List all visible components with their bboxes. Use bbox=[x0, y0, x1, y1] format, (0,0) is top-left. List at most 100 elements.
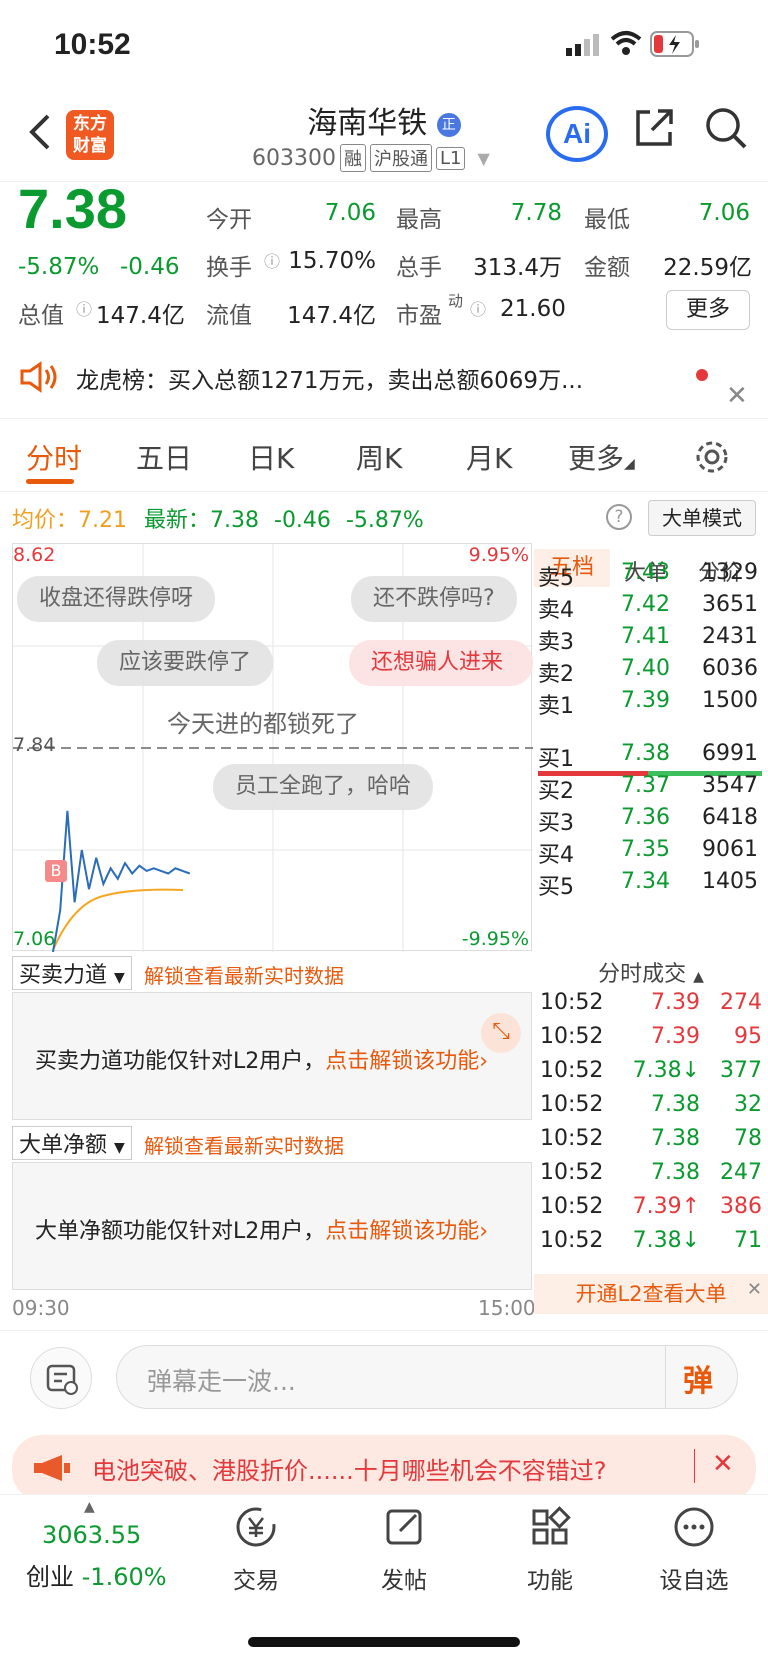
level-price: 7.34 bbox=[621, 869, 670, 894]
close-icon[interactable]: ✕ bbox=[726, 381, 748, 411]
level-volume: 1500 bbox=[702, 688, 758, 713]
panel2-select[interactable]: 大单净额 ▼ bbox=[12, 1126, 132, 1160]
notice-bar[interactable]: 龙虎榜：买入总额1271万元，卖出总额6069万... ✕ bbox=[0, 347, 768, 417]
trade-price: 7.39↑ bbox=[632, 1194, 700, 1219]
danmu-bubble[interactable]: 应该要跌停了 bbox=[97, 640, 274, 686]
level-label: 卖1 bbox=[538, 694, 574, 719]
caret-up-icon: ▲ bbox=[84, 1499, 95, 1515]
danmu-bubble[interactable]: 员工全跑了，哈哈 bbox=[213, 764, 434, 810]
tab-more[interactable]: 更多◢ bbox=[568, 437, 635, 477]
danmu-bubble[interactable]: 还不跌停吗? bbox=[351, 576, 517, 622]
book-row[interactable]: 卖4 7.42 3651 bbox=[534, 592, 764, 624]
trade-volume: 377 bbox=[720, 1058, 762, 1083]
average-price-line bbox=[52, 888, 184, 951]
danmu-input-row: 弹幕走一波... 弹 bbox=[0, 1330, 768, 1424]
book-row[interactable]: 买5 7.34 1405 bbox=[534, 869, 764, 901]
nav-trade[interactable]: 交易 bbox=[196, 1505, 316, 1595]
trades-title[interactable]: 分时成交 ▲ bbox=[534, 956, 768, 988]
info-icon[interactable]: ⓘ bbox=[76, 296, 92, 320]
trade-time: 10:52 bbox=[540, 1092, 604, 1117]
grid-icon bbox=[532, 1506, 571, 1545]
open-value: 7.06 bbox=[324, 200, 376, 226]
book-row[interactable]: 买3 7.36 6418 bbox=[534, 805, 764, 837]
time-end: 15:00 bbox=[478, 1296, 536, 1320]
share-icon[interactable] bbox=[632, 106, 676, 150]
book-row[interactable]: 买4 7.35 9061 bbox=[534, 837, 764, 869]
intraday-chart[interactable]: 8.62 9.95% 7.06 -9.95% 7.84 B 收盘还得跌停呀 还不… bbox=[12, 543, 533, 952]
index-row[interactable]: 创业 -1.60% bbox=[26, 1557, 167, 1592]
nav-functions[interactable]: 功能 bbox=[490, 1505, 610, 1595]
more-button[interactable]: 更多 bbox=[666, 290, 750, 330]
pct-max-label: 9.95% bbox=[468, 544, 529, 566]
tab-monthly[interactable]: 月K bbox=[466, 437, 512, 477]
price-info-line: 均价：7.21 最新：7.38 -0.46 -5.87% bbox=[12, 508, 424, 533]
low-value: 7.06 bbox=[698, 200, 750, 226]
tab-intraday[interactable]: 分时 bbox=[26, 437, 82, 477]
trade-price: 7.38 bbox=[651, 1092, 700, 1117]
level-price: 7.39 bbox=[621, 688, 670, 713]
level-label: 卖2 bbox=[538, 662, 574, 687]
pe-sup: 动 bbox=[448, 292, 464, 310]
nav-post[interactable]: 发帖 bbox=[344, 1505, 464, 1595]
trade-volume: 32 bbox=[734, 1092, 762, 1117]
send-danmu-button[interactable]: 弹 bbox=[683, 1356, 713, 1400]
level-label: 卖5 bbox=[538, 566, 574, 591]
panel2-link[interactable]: 点击解锁该功能 bbox=[325, 1219, 479, 1244]
gear-icon[interactable] bbox=[694, 439, 730, 475]
promo-banner[interactable]: 电池突破、港股折价......十月哪些机会不容错过? ✕ bbox=[12, 1435, 756, 1501]
stock-header: 东方 财富 海南华铁 正 603300 融 沪股通 L1 ▼ Ai bbox=[0, 90, 768, 182]
panel1-hint[interactable]: 解锁查看最新实时数据 bbox=[144, 960, 344, 989]
close-icon[interactable]: ✕ bbox=[747, 1270, 762, 1310]
volume-value: 313.4万 bbox=[473, 255, 562, 281]
stock-code-line[interactable]: 603300 融 沪股通 L1 ▼ bbox=[252, 144, 490, 172]
help-icon[interactable]: ? bbox=[606, 504, 632, 530]
nav-watchlist[interactable]: 设自选 bbox=[634, 1505, 754, 1595]
tab-weekly[interactable]: 周K bbox=[356, 437, 402, 477]
trade-time: 10:52 bbox=[540, 990, 604, 1015]
level-volume: 1329 bbox=[702, 560, 758, 585]
book-row[interactable]: 买1 7.38 6991 bbox=[534, 741, 764, 773]
danmu-bubble[interactable]: 还想骗人进来 bbox=[349, 640, 533, 686]
book-row[interactable]: 买2 7.37 3547 bbox=[534, 773, 764, 805]
price-line bbox=[52, 810, 191, 952]
info-icon[interactable]: ⓘ bbox=[264, 248, 280, 272]
l2-upgrade-link[interactable]: 开通L2查看大单 ✕ bbox=[534, 1274, 768, 1314]
low-label: 最低 bbox=[584, 207, 630, 233]
level-volume: 6036 bbox=[702, 656, 758, 681]
tab-daily[interactable]: 日K bbox=[248, 437, 294, 477]
panel1-link[interactable]: 点击解锁该功能 bbox=[325, 1049, 479, 1074]
level-price: 7.40 bbox=[621, 656, 670, 681]
buy-marker[interactable]: B bbox=[45, 860, 67, 882]
book-row[interactable]: 卖2 7.40 6036 bbox=[534, 656, 764, 688]
panel1-select[interactable]: 买卖力道 ▼ bbox=[12, 956, 132, 990]
y-max-label: 8.62 bbox=[13, 544, 56, 566]
danmu-text: 今天进的都锁死了 bbox=[167, 710, 359, 738]
level-volume: 9061 bbox=[702, 837, 758, 862]
danmu-bubble[interactable]: 收盘还得跌停呀 bbox=[17, 576, 216, 622]
trade-price: 7.38↓ bbox=[632, 1058, 700, 1083]
search-icon[interactable] bbox=[704, 106, 748, 150]
danmu-settings-button[interactable] bbox=[30, 1347, 92, 1409]
panel1-locked[interactable]: 买卖力道功能仅针对L2用户，点击解锁该功能› ⤡ bbox=[12, 992, 532, 1120]
trade-row: 10:52 7.38 247 bbox=[540, 1160, 762, 1194]
pe-value: 21.60 bbox=[500, 296, 566, 322]
book-row[interactable]: 卖1 7.39 1500 bbox=[534, 688, 764, 720]
book-row[interactable]: 卖3 7.41 2431 bbox=[534, 624, 764, 656]
panel2-locked[interactable]: 大单净额功能仅针对L2用户，点击解锁该功能› bbox=[12, 1162, 532, 1290]
info-icon[interactable]: ⓘ bbox=[470, 296, 486, 320]
book-row[interactable]: 卖5 7.43 1329 bbox=[534, 560, 764, 592]
ai-button[interactable]: Ai bbox=[546, 106, 608, 162]
index-value[interactable]: 3063.55 bbox=[42, 1521, 141, 1549]
volume-label: 总手 bbox=[396, 255, 442, 281]
megaphone-icon bbox=[34, 1455, 70, 1481]
tab-5day[interactable]: 五日 bbox=[136, 437, 192, 477]
trade-row: 10:52 7.38 78 bbox=[540, 1126, 762, 1160]
expand-icon[interactable]: ⤡ bbox=[481, 1013, 521, 1053]
close-icon[interactable]: ✕ bbox=[712, 1449, 734, 1479]
wifi-icon bbox=[610, 31, 642, 55]
big-order-mode-button[interactable]: 大单模式 bbox=[648, 500, 756, 536]
trade-time: 10:52 bbox=[540, 1058, 604, 1083]
tab-underline bbox=[26, 479, 74, 484]
danmu-input[interactable]: 弹幕走一波... 弹 bbox=[116, 1345, 738, 1409]
panel2-hint[interactable]: 解锁查看最新实时数据 bbox=[144, 1130, 344, 1159]
